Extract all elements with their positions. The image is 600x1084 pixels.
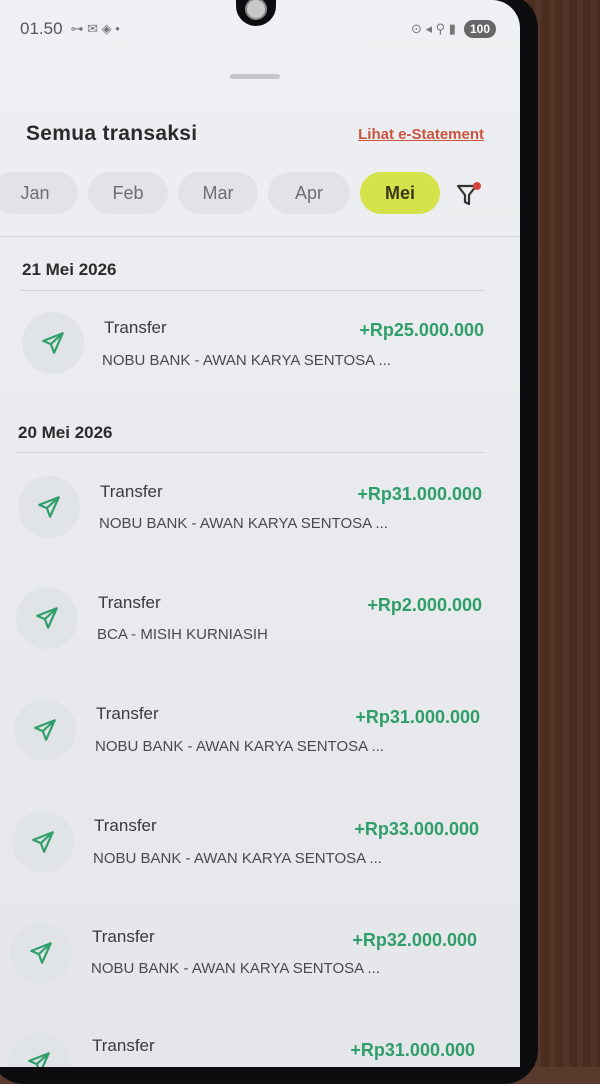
date-divider [16, 452, 484, 453]
month-tab-apr[interactable]: Apr [268, 172, 350, 214]
transaction-description: NOBU BANK - AWAN KARYA SENTOSA ... [102, 352, 391, 369]
transaction-type: Transfer [92, 927, 155, 946]
transaction-description: NOBU BANK - AWAN KARYA SENTOSA ... [95, 738, 384, 755]
estatement-link[interactable]: Lihat e-Statement [358, 126, 484, 143]
status-system-icons: ⊙ ◂ ⚲ ▮ [411, 21, 456, 36]
status-time: 01.50 [20, 19, 63, 38]
sheet-drag-handle[interactable] [230, 74, 280, 79]
transaction-amount: +Rp31.000.000 [350, 1040, 475, 1060]
transaction-amount: +Rp31.000.000 [357, 484, 482, 504]
transfer-icon [18, 476, 80, 538]
transaction-row[interactable]: Transfer +Rp33.000.000 NOBU BANK - AWAN … [0, 811, 520, 911]
month-tab-mei[interactable]: Mei [360, 172, 440, 214]
transaction-description: BCA - MISIH KURNIASIH [97, 626, 268, 643]
date-header: 21 Mei 2026 [22, 260, 117, 279]
month-tab-mar[interactable]: Mar [178, 172, 258, 214]
date-header: 20 Mei 2026 [18, 423, 113, 442]
transfer-icon [10, 922, 72, 984]
filter-icon[interactable] [454, 180, 484, 210]
header-divider [0, 236, 520, 237]
transaction-amount: +Rp2.000.000 [367, 595, 482, 615]
transaction-description: NOBU BANK - AWAN KARYA SENTOSA ... [93, 850, 382, 867]
month-tab-feb[interactable]: Feb [88, 172, 168, 214]
transfer-icon [14, 699, 76, 761]
status-bar: 01.50 ⊶ ✉ ◈ • ⊙ ◂ ⚲ ▮ 100 [20, 16, 496, 42]
transaction-row[interactable]: Transfer +Rp31.000.000 [0, 1032, 520, 1067]
transaction-row[interactable]: Transfer +Rp2.000.000 BCA - MISIH KURNIA… [0, 587, 520, 687]
transaction-amount: +Rp31.000.000 [355, 707, 480, 727]
transaction-row[interactable]: Transfer +Rp31.000.000 NOBU BANK - AWAN … [0, 476, 520, 576]
date-divider [20, 290, 485, 291]
transactions-header: Semua transaksi Lihat e-Statement [26, 122, 484, 146]
transfer-icon [8, 1032, 70, 1067]
month-tab-jan[interactable]: Jan [0, 172, 78, 214]
transaction-type: Transfer [104, 318, 167, 337]
transfer-icon [22, 312, 84, 374]
transaction-row[interactable]: Transfer +Rp32.000.000 NOBU BANK - AWAN … [0, 922, 520, 1022]
transaction-amount: +Rp33.000.000 [354, 819, 479, 839]
transaction-row[interactable]: Transfer +Rp31.000.000 NOBU BANK - AWAN … [0, 699, 520, 799]
transfer-icon [12, 811, 74, 873]
transfer-icon [16, 587, 78, 649]
transaction-type: Transfer [98, 593, 161, 612]
transaction-row[interactable]: Transfer +Rp25.000.000 NOBU BANK - AWAN … [0, 312, 520, 412]
transaction-type: Transfer [96, 704, 159, 723]
month-filter-bar: Jan Feb Mar Apr Mei [0, 172, 520, 216]
battery-indicator: 100 [463, 20, 496, 38]
transaction-amount: +Rp25.000.000 [359, 320, 484, 340]
app-screen: 01.50 ⊶ ✉ ◈ • ⊙ ◂ ⚲ ▮ 100 Semua transaks… [0, 0, 520, 1067]
transaction-amount: +Rp32.000.000 [352, 930, 477, 950]
transaction-description: NOBU BANK - AWAN KARYA SENTOSA ... [91, 960, 380, 977]
page-title: Semua transaksi [26, 122, 198, 145]
transaction-description: NOBU BANK - AWAN KARYA SENTOSA ... [99, 515, 388, 532]
transaction-type: Transfer [100, 482, 163, 501]
transaction-type: Transfer [92, 1036, 155, 1055]
transaction-type: Transfer [94, 816, 157, 835]
status-notification-icons: ⊶ ✉ ◈ • [70, 21, 120, 36]
